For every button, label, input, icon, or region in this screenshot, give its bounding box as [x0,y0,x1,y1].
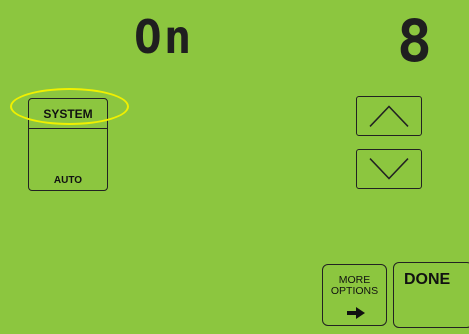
down-button[interactable] [356,149,422,189]
up-button[interactable] [356,96,422,136]
divider [29,128,107,129]
done-label: DONE [404,271,451,288]
chevron-down-icon [369,158,409,180]
more-options-button[interactable]: MORE OPTIONS [322,264,387,326]
right-arrow-icon [347,307,365,319]
system-mode-label: AUTO [53,175,83,186]
number-display: 8 [397,7,434,75]
status-display: On [134,10,194,64]
done-button[interactable]: DONE [393,262,469,328]
more-options-label: MORE OPTIONS [330,274,379,297]
system-label: SYSTEM [43,107,93,121]
chevron-up-icon [369,105,409,127]
system-button[interactable]: SYSTEM AUTO [28,98,108,191]
thermostat-screen: On 8 SYSTEM AUTO MORE OPTIONS DONE [0,0,469,334]
